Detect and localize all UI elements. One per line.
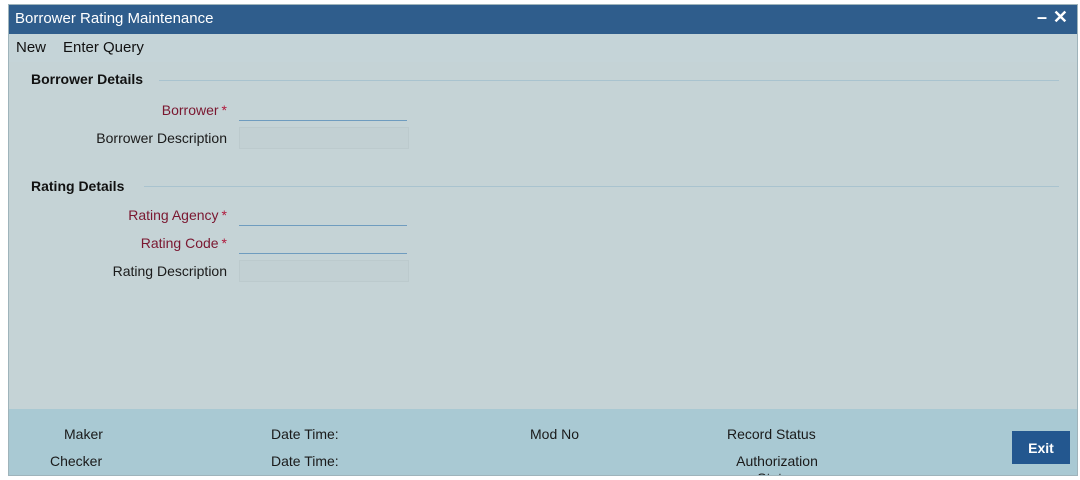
borrower-details-heading: Borrower Details	[31, 71, 144, 87]
rating-description-field	[239, 260, 409, 282]
exit-button[interactable]: Exit	[1012, 431, 1070, 464]
borrower-input[interactable]	[239, 99, 407, 121]
menu-bar: New Enter Query	[9, 34, 1077, 62]
required-marker: *	[221, 207, 227, 223]
rating-agency-label: Rating Agency *	[128, 207, 227, 223]
window-title: Borrower Rating Maintenance	[15, 10, 214, 27]
close-icon[interactable]: ✕	[1053, 7, 1068, 28]
rating-code-label: Rating Code *	[140, 235, 227, 251]
rating-details-heading: Rating Details	[31, 178, 125, 194]
menu-enter-query[interactable]: Enter Query	[63, 39, 144, 56]
borrower-description-field	[239, 127, 409, 149]
borrower-description-label: Borrower Description	[96, 130, 227, 146]
authorization-status-label: Authorization Status	[736, 453, 818, 475]
checker-date-time-label: Date Time:	[271, 453, 339, 469]
rating-agency-input[interactable]	[239, 204, 407, 226]
borrower-rating-window: Borrower Rating Maintenance – ✕ New Ente…	[8, 4, 1078, 476]
rating-code-input[interactable]	[239, 232, 407, 254]
checker-label: Checker	[50, 453, 103, 469]
required-marker: *	[221, 102, 227, 118]
form-content: Borrower Details Borrower * Borrower Desc…	[9, 62, 1077, 409]
rating-description-label: Rating Description	[112, 263, 227, 279]
title-bar: Borrower Rating Maintenance – ✕	[9, 5, 1077, 34]
minimize-icon[interactable]: –	[1037, 7, 1047, 28]
required-marker: *	[221, 235, 227, 251]
record-status-label: Record Status	[727, 426, 816, 442]
borrower-label: Borrower *	[161, 102, 227, 118]
maker-label: Maker	[64, 426, 103, 442]
section-divider	[144, 186, 1059, 187]
section-divider	[159, 80, 1059, 81]
audit-footer: Maker Checker Date Time: Date Time: Mod …	[9, 409, 1077, 475]
menu-new[interactable]: New	[16, 39, 46, 56]
mod-no-label: Mod No	[530, 426, 580, 442]
maker-date-time-label: Date Time:	[271, 426, 339, 442]
